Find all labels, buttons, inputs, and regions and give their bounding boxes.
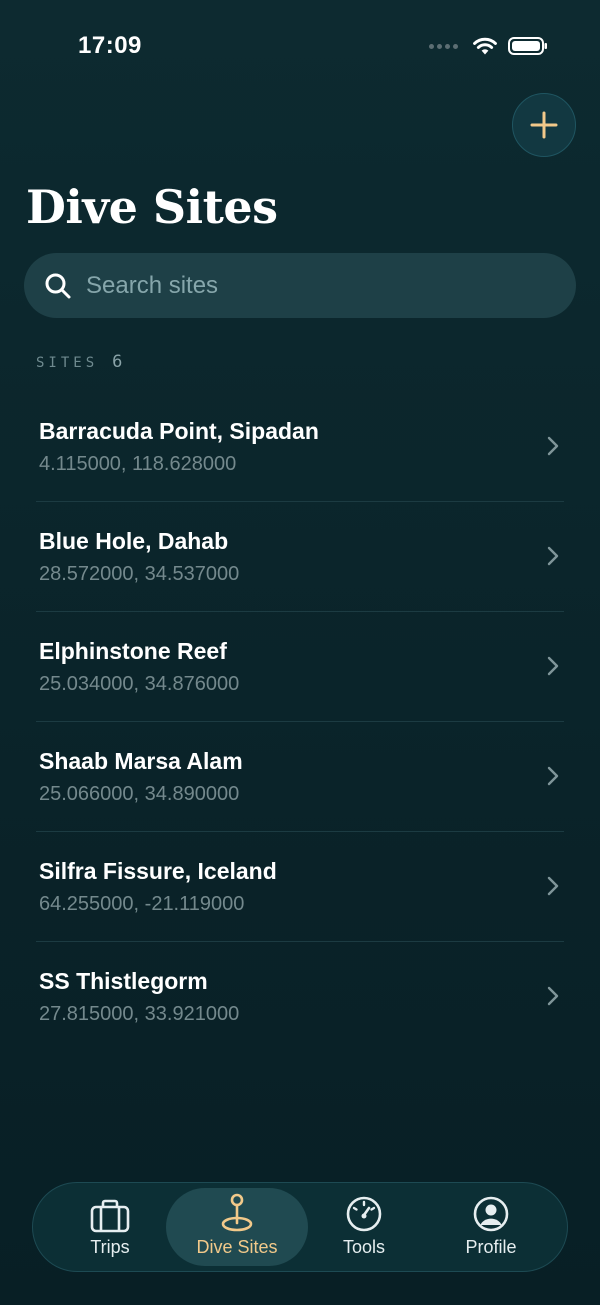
plus-icon [530, 111, 558, 139]
list-item[interactable]: Elphinstone Reef 25.034000, 34.876000 [36, 612, 564, 722]
list-item[interactable]: Blue Hole, Dahab 28.572000, 34.537000 [36, 502, 564, 612]
section-label: SITES [36, 355, 99, 371]
tab-tools[interactable]: Tools [293, 1188, 435, 1266]
profile-icon [473, 1196, 509, 1231]
chevron-right-icon [547, 986, 559, 1006]
tab-label: Profile [465, 1236, 517, 1257]
tab-label: Trips [90, 1236, 130, 1257]
site-name: Blue Hole, Dahab [39, 528, 229, 554]
battery-icon [508, 37, 547, 55]
page-title: Dive Sites [26, 180, 278, 234]
tab-profile[interactable]: Profile [420, 1188, 562, 1266]
list-item[interactable]: Silfra Fissure, Iceland 64.255000, -21.1… [36, 832, 564, 942]
tab-label: Tools [342, 1236, 386, 1257]
list-item[interactable]: Barracuda Point, Sipadan 4.115000, 118.6… [36, 392, 564, 502]
wifi-icon [473, 37, 497, 55]
site-coordinates: 4.115000, 118.628000 [39, 453, 237, 475]
list-item[interactable]: SS Thistlegorm 27.815000, 33.921000 [36, 942, 564, 1052]
status-bar: 17:09 [0, 0, 600, 96]
site-list: Barracuda Point, Sipadan 4.115000, 118.6… [36, 392, 564, 1052]
chevron-right-icon [547, 766, 559, 786]
site-name: Barracuda Point, Sipadan [39, 418, 319, 444]
chevron-right-icon [547, 546, 559, 566]
site-coordinates: 25.066000, 34.890000 [39, 783, 240, 805]
section-count: 6 [112, 352, 123, 372]
list-item[interactable]: Shaab Marsa Alam 25.066000, 34.890000 [36, 722, 564, 832]
site-name: Silfra Fissure, Iceland [39, 858, 277, 884]
gauge-icon [346, 1196, 382, 1231]
site-coordinates: 64.255000, -21.119000 [39, 893, 245, 915]
chevron-right-icon [547, 656, 559, 676]
site-coordinates: 28.572000, 34.537000 [39, 563, 240, 585]
site-name: Elphinstone Reef [39, 638, 227, 664]
search-bar[interactable] [24, 253, 576, 318]
status-time: 17:09 [78, 32, 142, 59]
briefcase-icon [90, 1199, 130, 1232]
map-pin-icon [221, 1193, 253, 1231]
tab-bar: Trips Dive Sites Tools Profile [32, 1182, 568, 1272]
site-coordinates: 27.815000, 33.921000 [39, 1003, 240, 1025]
search-input[interactable] [84, 270, 548, 301]
chevron-right-icon [547, 436, 559, 456]
section-header: SITES 6 [36, 352, 122, 372]
chevron-right-icon [547, 876, 559, 896]
tab-dive-sites[interactable]: Dive Sites [166, 1188, 308, 1266]
cellular-signal-icon [429, 43, 458, 49]
tab-label: Dive Sites [196, 1236, 278, 1257]
add-site-button[interactable] [512, 93, 576, 157]
site-name: SS Thistlegorm [39, 968, 208, 994]
search-icon [45, 273, 71, 298]
status-icons [429, 36, 548, 56]
site-name: Shaab Marsa Alam [39, 748, 243, 774]
site-coordinates: 25.034000, 34.876000 [39, 673, 240, 695]
tab-trips[interactable]: Trips [39, 1188, 181, 1266]
